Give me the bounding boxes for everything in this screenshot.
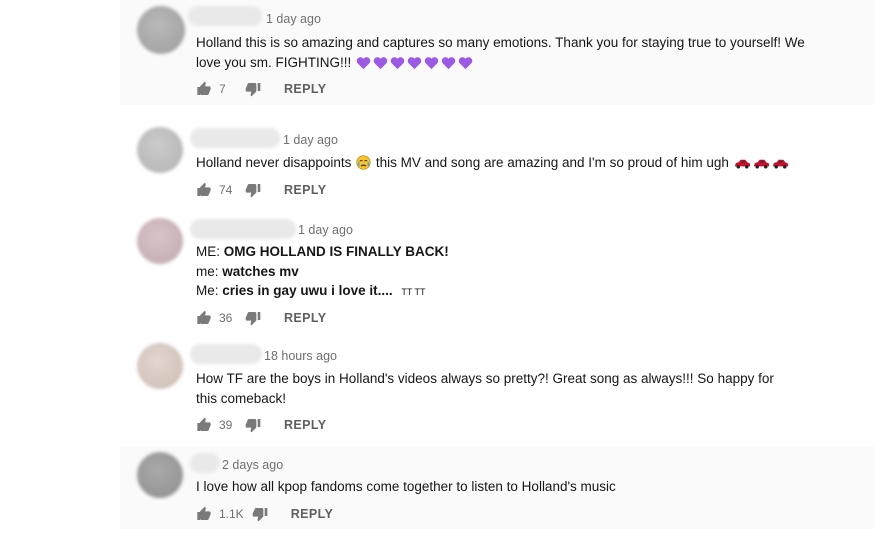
comment-line: Me: cries in gay uwu i love it.... TT TT bbox=[196, 281, 806, 303]
reply-button[interactable]: REPLY bbox=[284, 311, 327, 325]
comment-line: ME: OMG HOLLAND IS FINALLY BACK! bbox=[196, 242, 806, 262]
purple-heart-icon bbox=[407, 56, 422, 69]
line-content: cries in gay uwu i love it.... bbox=[222, 283, 393, 298]
comment: 1 day ago Holland this is so amazing and… bbox=[0, 0, 875, 105]
reply-button[interactable]: REPLY bbox=[291, 507, 334, 521]
avatar[interactable] bbox=[137, 452, 183, 498]
comment-text: Holland this is so amazing and captures … bbox=[196, 33, 806, 72]
thumbs-up-icon[interactable] bbox=[196, 310, 212, 326]
red-car-icon bbox=[734, 159, 750, 169]
reply-button[interactable]: REPLY bbox=[284, 183, 327, 197]
author-name-redacted[interactable] bbox=[190, 453, 220, 473]
reply-button[interactable]: REPLY bbox=[284, 82, 327, 96]
comment-line: me: watches mv bbox=[196, 262, 806, 282]
author-name-redacted[interactable] bbox=[190, 344, 262, 364]
comment: 18 hours ago How TF are the boys in Holl… bbox=[0, 335, 875, 440]
thumbs-up-icon[interactable] bbox=[196, 81, 212, 97]
like-count: 39 bbox=[219, 418, 233, 432]
thumbs-up-icon[interactable] bbox=[196, 417, 212, 433]
thumbs-down-icon[interactable] bbox=[252, 506, 268, 522]
comment: 1 day ago Holland never disappoints this… bbox=[0, 118, 875, 210]
thumbs-down-icon[interactable] bbox=[245, 417, 261, 433]
thumbs-up-icon[interactable] bbox=[196, 182, 212, 198]
timestamp[interactable]: 1 day ago bbox=[298, 223, 353, 237]
like-count: 1.1K bbox=[219, 507, 244, 521]
purple-heart-icon bbox=[424, 56, 439, 69]
comment-actions: 39 REPLY bbox=[196, 416, 327, 434]
author-name-redacted[interactable] bbox=[188, 6, 262, 26]
timestamp[interactable]: 1 day ago bbox=[283, 133, 338, 147]
timestamp[interactable]: 1 day ago bbox=[266, 12, 321, 26]
avatar[interactable] bbox=[137, 218, 183, 264]
red-car-emoji-group bbox=[733, 155, 790, 170]
reply-button[interactable]: REPLY bbox=[284, 418, 327, 432]
comment-text: ME: OMG HOLLAND IS FINALLY BACK! me: wat… bbox=[196, 242, 806, 303]
comment-body-start: Holland never disappoints bbox=[196, 155, 352, 170]
speaker-label: me: bbox=[196, 263, 219, 279]
comment-text: I love how all kpop fandoms come togethe… bbox=[196, 477, 806, 497]
line-content: watches mv bbox=[222, 263, 299, 279]
speaker-label: ME: bbox=[196, 244, 221, 259]
thumbs-down-icon[interactable] bbox=[245, 81, 261, 97]
thumbs-down-icon[interactable] bbox=[245, 310, 261, 326]
thumbs-up-icon[interactable] bbox=[196, 506, 212, 522]
comment-body: I love how all kpop fandoms come togethe… bbox=[196, 479, 616, 494]
author-name-redacted[interactable] bbox=[190, 219, 296, 239]
purple-heart-icon bbox=[458, 56, 473, 69]
comment-body: How TF are the boys in Holland's videos … bbox=[196, 371, 774, 406]
timestamp[interactable]: 18 hours ago bbox=[264, 349, 337, 363]
purple-heart-icon bbox=[356, 56, 371, 69]
red-car-icon bbox=[753, 159, 769, 169]
comment-actions: 36 REPLY bbox=[196, 309, 327, 327]
purple-heart-icon bbox=[441, 56, 456, 69]
comment-body-end: this MV and song are amazing and I'm so … bbox=[375, 155, 729, 170]
author-name-redacted[interactable] bbox=[190, 128, 280, 148]
comment: 1 day ago ME: OMG HOLLAND IS FINALLY BAC… bbox=[0, 210, 875, 335]
comment: 2 days ago I love how all kpop fandoms c… bbox=[0, 440, 875, 549]
like-count: 36 bbox=[219, 311, 233, 325]
speaker-label: Me: bbox=[196, 283, 219, 298]
purple-heart-icon bbox=[373, 56, 388, 69]
thumbs-down-icon[interactable] bbox=[245, 182, 261, 198]
avatar[interactable] bbox=[137, 127, 183, 173]
comment-text: How TF are the boys in Holland's videos … bbox=[196, 369, 796, 408]
avatar[interactable] bbox=[137, 343, 183, 389]
comment-text: Holland never disappoints this MV and so… bbox=[196, 153, 806, 173]
comment-actions: 1.1K REPLY bbox=[196, 505, 333, 523]
comment-actions: 7 REPLY bbox=[196, 80, 327, 98]
timestamp[interactable]: 2 days ago bbox=[222, 458, 283, 472]
purple-heart-emoji-group bbox=[355, 55, 474, 70]
red-car-icon bbox=[772, 159, 788, 169]
purple-heart-icon bbox=[390, 56, 405, 69]
comment-body: Holland this is so amazing and captures … bbox=[196, 35, 805, 70]
line-content: OMG HOLLAND IS FINALLY BACK! bbox=[223, 244, 449, 259]
avatar[interactable] bbox=[137, 6, 185, 54]
like-count: 7 bbox=[219, 82, 226, 96]
crying-face-icon bbox=[356, 155, 371, 170]
like-count: 74 bbox=[219, 183, 233, 197]
comment-actions: 74 REPLY bbox=[196, 181, 327, 199]
crying-emoticon: TT TT bbox=[401, 287, 426, 297]
